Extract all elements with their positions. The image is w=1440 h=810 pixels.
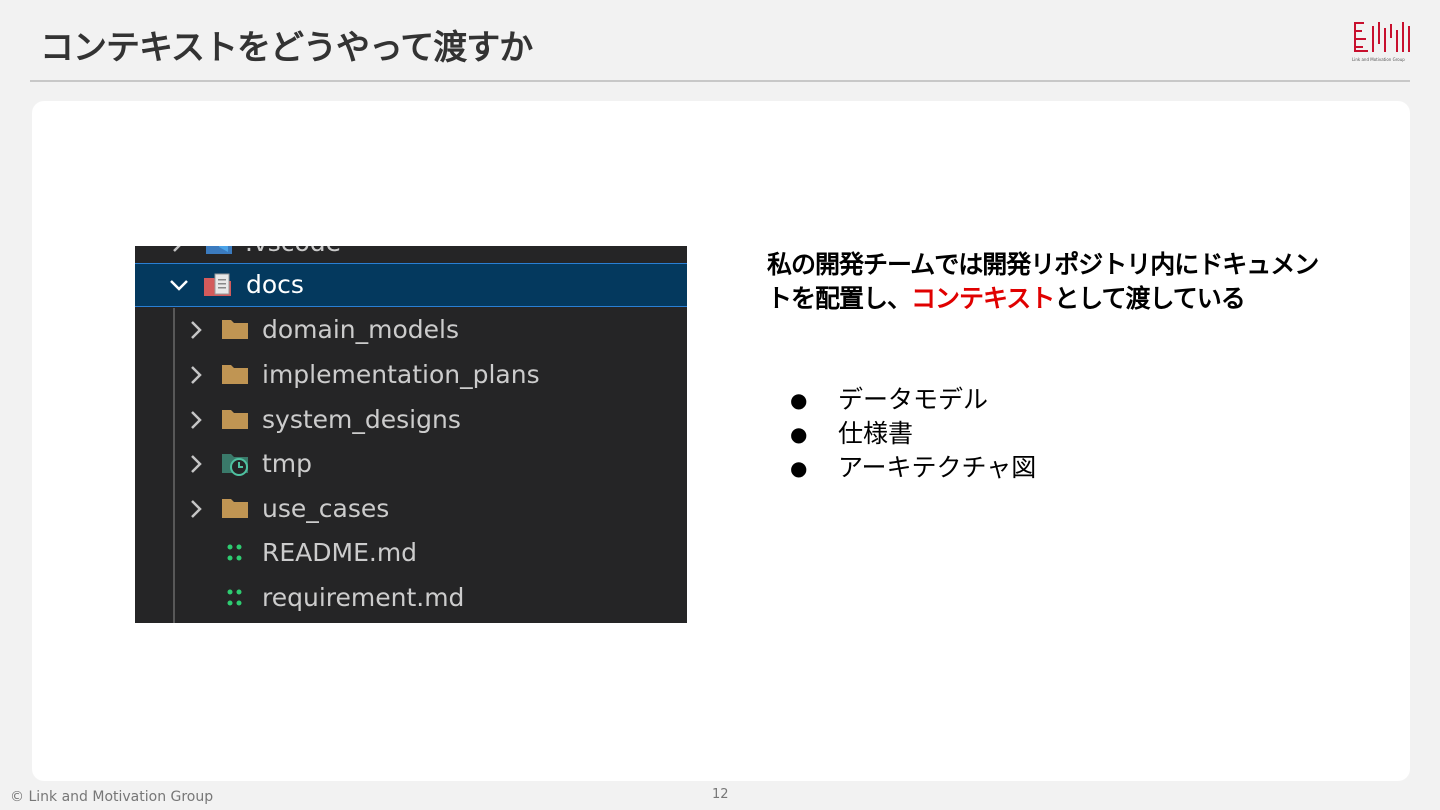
explorer-item-label: implementation_plans: [262, 360, 540, 389]
explorer-item-label: tmp: [262, 449, 313, 478]
chevron-right-icon: [189, 487, 209, 531]
explorer-row-readme[interactable]: README.md: [135, 531, 687, 575]
explorer-row-tmp[interactable]: tmp: [135, 442, 687, 486]
logo-text: Link and Motivation Group: [1352, 57, 1405, 62]
docs-folder-icon: [203, 272, 231, 298]
folder-icon: [221, 362, 249, 388]
chevron-right-icon: [189, 353, 209, 397]
slide-title: コンテキストをどうやって渡すか: [40, 28, 533, 68]
file-explorer-screenshot: .vscode docs domain_models implementatio…: [135, 246, 687, 623]
chevron-right-icon: [189, 398, 209, 442]
copyright-footer: © Link and Motivation Group: [10, 789, 214, 805]
explorer-item-label: README.md: [262, 538, 418, 567]
title-divider: [30, 80, 1410, 82]
page-number: 12: [712, 787, 729, 802]
vscode-folder-icon: [205, 246, 233, 256]
bullet-text: 仕様書: [838, 419, 914, 448]
temp-folder-icon: [221, 451, 249, 477]
explorer-row-requirement[interactable]: requirement.md: [135, 576, 687, 620]
chevron-right-icon: [189, 308, 209, 352]
markdown-file-icon: [223, 540, 251, 566]
chevron-right-icon: [189, 442, 209, 486]
folder-icon: [221, 317, 249, 343]
description-accent: コンテキスト: [911, 284, 1055, 313]
markdown-file-icon: [223, 585, 251, 611]
explorer-item-label: docs: [246, 270, 304, 299]
bullet-marker: ●: [790, 456, 808, 480]
explorer-item-label: use_cases: [262, 494, 390, 523]
bullet-text: アーキテクチャ図: [838, 453, 1037, 482]
bullet-marker: ●: [790, 422, 808, 446]
explorer-item-label: requirement.md: [262, 583, 465, 612]
explorer-row-implementation-plans[interactable]: implementation_plans: [135, 353, 687, 397]
chevron-down-icon: [169, 263, 189, 307]
bullet-text: データモデル: [838, 385, 989, 414]
explorer-item-label: domain_models: [262, 315, 459, 344]
explorer-row-system-designs[interactable]: system_designs: [135, 398, 687, 442]
folder-icon: [221, 407, 249, 433]
company-logo: Link and Motivation Group: [1352, 20, 1412, 66]
description-text: 私の開発チームでは開発リポジトリ内にドキュメントを配置し、コンテキストとして渡し…: [767, 248, 1337, 316]
explorer-row-docs[interactable]: docs: [135, 263, 687, 307]
folder-icon: [221, 496, 249, 522]
explorer-row-use-cases[interactable]: use_cases: [135, 487, 687, 531]
explorer-item-label: system_designs: [262, 405, 461, 434]
description-part2: として渡している: [1054, 284, 1246, 313]
explorer-row-domain-models[interactable]: domain_models: [135, 308, 687, 352]
bullet-marker: ●: [790, 388, 808, 412]
